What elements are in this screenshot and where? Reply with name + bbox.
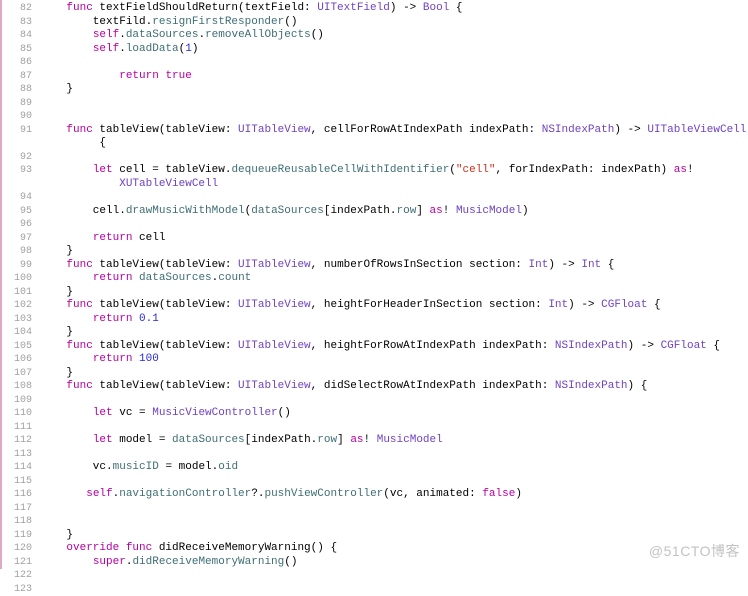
line-number: 113	[2, 448, 32, 462]
code-line[interactable]: let cell = tableView.dequeueReusableCell…	[40, 164, 748, 178]
line-number: 101	[2, 286, 32, 300]
line-number	[2, 137, 32, 151]
code-line[interactable]: return 0.1	[40, 313, 748, 327]
code-line[interactable]: }	[40, 286, 748, 300]
line-number	[2, 178, 32, 192]
code-line[interactable]: func tableView(tableView: UITableView, h…	[40, 340, 748, 354]
line-number: 94	[2, 191, 32, 205]
code-line[interactable]: textFild.resignFirstResponder()	[40, 16, 748, 30]
code-line[interactable]: }	[40, 326, 748, 340]
code-line[interactable]: vc.musicID = model.oid	[40, 461, 748, 475]
code-line[interactable]: let model = dataSources[indexPath.row] a…	[40, 434, 748, 448]
code-line[interactable]	[40, 394, 748, 408]
code-line[interactable]: return cell	[40, 232, 748, 246]
code-line[interactable]	[40, 151, 748, 165]
line-number: 90	[2, 110, 32, 124]
line-number: 112	[2, 434, 32, 448]
code-line[interactable]: func textFieldShouldReturn(textField: UI…	[40, 2, 748, 16]
line-number: 108	[2, 380, 32, 394]
line-number: 99	[2, 259, 32, 273]
line-number: 93	[2, 164, 32, 178]
code-line[interactable]	[40, 218, 748, 232]
line-number: 117	[2, 502, 32, 516]
line-number: 110	[2, 407, 32, 421]
line-number: 119	[2, 529, 32, 543]
code-line[interactable]	[40, 475, 748, 489]
code-line[interactable]: func tableView(tableView: UITableView, h…	[40, 299, 748, 313]
line-number: 88	[2, 83, 32, 97]
line-number: 82	[2, 2, 32, 16]
line-number: 109	[2, 394, 32, 408]
line-number: 86	[2, 56, 32, 70]
code-line[interactable]	[40, 191, 748, 205]
line-number: 122	[2, 569, 32, 583]
code-line[interactable]	[40, 97, 748, 111]
line-number: 87	[2, 70, 32, 84]
line-number: 98	[2, 245, 32, 259]
line-number: 95	[2, 205, 32, 219]
code-editor[interactable]: 8283848586878889909192939495969798991001…	[2, 0, 748, 569]
code-line[interactable]: let vc = MusicViewController()	[40, 407, 748, 421]
line-number: 123	[2, 583, 32, 596]
line-number: 116	[2, 488, 32, 502]
line-number: 89	[2, 97, 32, 111]
line-number: 96	[2, 218, 32, 232]
line-number: 83	[2, 16, 32, 30]
code-line[interactable]: return true	[40, 70, 748, 84]
line-number: 85	[2, 43, 32, 57]
line-number: 118	[2, 515, 32, 529]
line-number: 120	[2, 542, 32, 556]
line-number: 114	[2, 461, 32, 475]
code-line[interactable]	[40, 56, 748, 70]
line-number: 102	[2, 299, 32, 313]
line-number: 105	[2, 340, 32, 354]
code-line[interactable]: XUTableViewCell	[40, 178, 748, 192]
line-number: 121	[2, 556, 32, 570]
code-line[interactable]	[40, 110, 748, 124]
code-line[interactable]: }	[40, 245, 748, 259]
code-line[interactable]	[40, 515, 748, 529]
line-number: 111	[2, 421, 32, 435]
code-line[interactable]: cell.drawMusicWithModel(dataSources[inde…	[40, 205, 748, 219]
line-number: 115	[2, 475, 32, 489]
line-number: 84	[2, 29, 32, 43]
code-line[interactable]: self.dataSources.removeAllObjects()	[40, 29, 748, 43]
code-line[interactable]: self.loadData(1)	[40, 43, 748, 57]
code-line[interactable]: }	[40, 83, 748, 97]
code-line[interactable]	[40, 502, 748, 516]
line-number: 100	[2, 272, 32, 286]
watermark: @51CTO博客	[649, 541, 740, 561]
code-line[interactable]: return dataSources.count	[40, 272, 748, 286]
code-line[interactable]: self.navigationController?.pushViewContr…	[40, 488, 748, 502]
code-content[interactable]: func textFieldShouldReturn(textField: UI…	[40, 0, 748, 569]
line-number: 91	[2, 124, 32, 138]
code-line[interactable]: func tableView(tableView: UITableView, d…	[40, 380, 748, 394]
code-line[interactable]: {	[40, 137, 748, 151]
line-number: 97	[2, 232, 32, 246]
code-line[interactable]: override func didReceiveMemoryWarning() …	[40, 542, 748, 556]
line-number: 106	[2, 353, 32, 367]
code-line[interactable]: return 100	[40, 353, 748, 367]
code-line[interactable]	[40, 421, 748, 435]
line-number: 107	[2, 367, 32, 381]
line-number: 92	[2, 151, 32, 165]
code-line[interactable]: }	[40, 529, 748, 543]
code-line[interactable]	[40, 448, 748, 462]
line-number-gutter: 8283848586878889909192939495969798991001…	[2, 0, 40, 569]
code-line[interactable]: func tableView(tableView: UITableView, n…	[40, 259, 748, 273]
code-line[interactable]: }	[40, 367, 748, 381]
line-number: 103	[2, 313, 32, 327]
line-number: 104	[2, 326, 32, 340]
code-line[interactable]: super.didReceiveMemoryWarning()	[40, 556, 748, 570]
code-line[interactable]: func tableView(tableView: UITableView, c…	[40, 124, 748, 138]
